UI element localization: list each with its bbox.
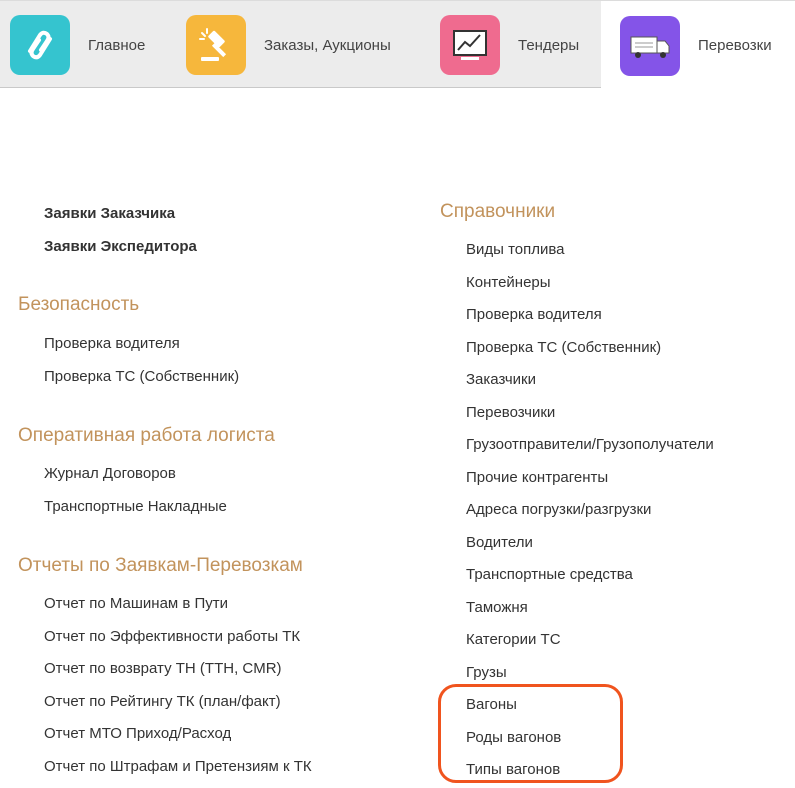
link-vehicle-categories[interactable]: Категории ТС <box>466 631 561 648</box>
truck-icon <box>620 15 680 76</box>
tab-transport[interactable]: Перевозки <box>601 1 795 90</box>
gavel-icon <box>186 15 246 75</box>
link-containers[interactable]: Контейнеры <box>466 274 551 291</box>
link-fuel-types[interactable]: Виды топлива <box>466 241 565 258</box>
link-shippers-consignees[interactable]: Грузоотправители/Грузополучатели <box>466 436 714 453</box>
link-carriers[interactable]: Перевозчики <box>466 404 555 421</box>
link-driver-check[interactable]: Проверка водителя <box>44 335 180 352</box>
tab-transport-label: Перевозки <box>698 37 772 54</box>
chain-link-icon <box>10 15 70 75</box>
link-loading-addresses[interactable]: Адреса погрузки/разгрузки <box>466 501 651 518</box>
link-report-mto[interactable]: Отчет МТО Приход/Расход <box>44 725 231 742</box>
link-ref-driver-check[interactable]: Проверка водителя <box>466 306 602 323</box>
tab-orders-label: Заказы, Аукционы <box>264 36 391 54</box>
link-ref-vehicle-check[interactable]: Проверка ТС (Собственник) <box>466 339 661 356</box>
top-navigation-bar: Главное Заказы, Аукционы Тендеры Перевоз… <box>0 0 795 90</box>
link-report-efficiency[interactable]: Отчет по Эффективности работы ТК <box>44 628 300 645</box>
link-cargo[interactable]: Грузы <box>466 664 507 681</box>
tab-main-label: Главное <box>88 36 146 54</box>
section-security-title: Безопасность <box>18 294 140 315</box>
section-logistics-title: Оперативная работа логиста <box>18 425 275 446</box>
link-report-penalties[interactable]: Отчет по Штрафам и Претензиям к ТК <box>44 758 312 775</box>
tab-tenders[interactable]: Тендеры <box>440 1 579 89</box>
link-waybills[interactable]: Транспортные Накладные <box>44 498 227 515</box>
link-customers[interactable]: Заказчики <box>466 371 536 388</box>
link-forwarder-requests[interactable]: Заявки Экспедитора <box>44 238 197 255</box>
chart-monitor-icon <box>440 15 500 75</box>
link-customer-requests[interactable]: Заявки Заказчика <box>44 205 175 222</box>
link-contracts-journal[interactable]: Журнал Договоров <box>44 465 176 482</box>
link-report-in-transit[interactable]: Отчет по Машинам в Пути <box>44 595 228 612</box>
tab-tenders-label: Тендеры <box>518 36 580 54</box>
section-reports-title: Отчеты по Заявкам-Перевозкам <box>18 555 303 576</box>
highlight-annotation <box>438 684 623 783</box>
link-vehicle-check[interactable]: Проверка ТС (Собственник) <box>44 368 239 385</box>
tab-orders-auctions[interactable]: Заказы, Аукционы <box>186 1 391 89</box>
link-customs[interactable]: Таможня <box>466 599 528 616</box>
section-references-title: Справочники <box>440 201 556 222</box>
link-drivers[interactable]: Водители <box>466 534 533 551</box>
tab-main[interactable]: Главное <box>10 1 145 89</box>
link-other-counterparties[interactable]: Прочие контрагенты <box>466 469 608 486</box>
link-report-rating[interactable]: Отчет по Рейтингу ТК (план/факт) <box>44 693 281 710</box>
link-report-returns[interactable]: Отчет по возврату ТН (ТТН, CMR) <box>44 660 282 677</box>
link-vehicles[interactable]: Транспортные средства <box>466 566 633 583</box>
